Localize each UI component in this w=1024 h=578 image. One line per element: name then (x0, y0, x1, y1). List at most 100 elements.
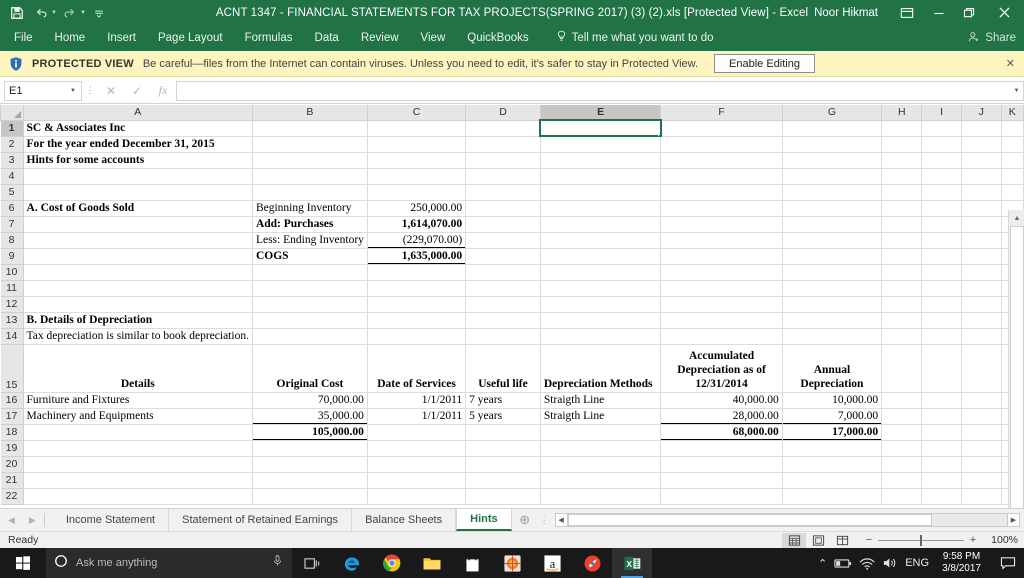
cell-D20[interactable] (465, 456, 541, 473)
scroll-left-icon[interactable]: ◀ (554, 513, 568, 527)
excel-icon[interactable]: X (612, 548, 652, 578)
cell-H22[interactable] (881, 488, 923, 505)
cell-H14[interactable] (881, 328, 923, 345)
cell-D2[interactable] (465, 136, 541, 153)
cell-D16[interactable]: 7 years (465, 392, 541, 409)
cell-G12[interactable] (782, 296, 883, 313)
cell-E13[interactable] (540, 312, 662, 329)
normal-view-icon[interactable] (782, 532, 806, 548)
cell-D18[interactable] (465, 424, 541, 441)
enable-editing-button[interactable]: Enable Editing (714, 54, 815, 73)
cell-D15[interactable]: Useful life (465, 344, 541, 393)
cell-H6[interactable] (881, 200, 923, 217)
customize-quick-access-icon[interactable] (88, 2, 110, 24)
undo-icon[interactable] (30, 2, 52, 24)
cell-D10[interactable] (465, 264, 541, 281)
tab-quickbooks[interactable]: QuickBooks (456, 25, 539, 51)
sheet-tab-hints[interactable]: Hints (456, 508, 512, 531)
close-icon[interactable]: ✕ (1006, 57, 1015, 70)
cell-E3[interactable] (540, 152, 662, 169)
column-header-D[interactable]: D (465, 105, 541, 121)
column-header-G[interactable]: G (781, 105, 883, 121)
horizontal-scroll-thumb[interactable] (567, 514, 933, 526)
cell-I5[interactable] (921, 184, 962, 201)
cell-C21[interactable] (367, 472, 467, 489)
tell-me-search[interactable]: Tell me what you want to do (540, 30, 714, 46)
cell-B19[interactable] (252, 440, 368, 457)
cell-F8[interactable] (660, 232, 783, 249)
cell-C7[interactable]: 1,614,070.00 (367, 216, 467, 233)
cell-J19[interactable] (961, 440, 1002, 457)
cell-A4[interactable] (23, 168, 253, 185)
cell-B21[interactable] (252, 472, 368, 489)
start-icon[interactable] (0, 548, 46, 578)
cell-D13[interactable] (465, 312, 541, 329)
cell-I12[interactable] (921, 296, 962, 313)
cell-B14[interactable] (252, 328, 368, 345)
cell-H7[interactable] (881, 216, 923, 233)
cell-I6[interactable] (921, 200, 962, 217)
store-icon[interactable] (452, 548, 492, 578)
formula-input[interactable] (176, 80, 1010, 101)
search-input[interactable]: Ask me anything (46, 548, 292, 578)
cell-J8[interactable] (961, 232, 1002, 249)
cell-I21[interactable] (921, 472, 962, 489)
cell-E2[interactable] (540, 136, 662, 153)
row-header-12[interactable]: 12 (0, 295, 24, 313)
cell-B5[interactable] (252, 184, 368, 201)
cell-A10[interactable] (23, 264, 253, 281)
cell-E9[interactable] (540, 248, 662, 265)
cell-C18[interactable] (367, 424, 467, 441)
cell-C12[interactable] (367, 296, 467, 313)
cell-J2[interactable] (961, 136, 1002, 153)
cell-A8[interactable] (23, 232, 253, 249)
cell-G4[interactable] (782, 168, 883, 185)
page-layout-icon[interactable] (806, 533, 830, 548)
cancel-icon[interactable]: ✕ (98, 81, 124, 101)
expand-formula-bar-icon[interactable]: ▼ (1010, 80, 1024, 101)
cell-D1[interactable] (465, 120, 541, 137)
row-header-22[interactable]: 22 (0, 487, 24, 505)
cell-C2[interactable] (367, 136, 467, 153)
cell-G2[interactable] (782, 136, 883, 153)
cell-H10[interactable] (881, 264, 923, 281)
cell-E15[interactable]: Depreciation Methods (540, 344, 662, 393)
cell-G3[interactable] (782, 152, 883, 169)
cell-K4[interactable] (1001, 168, 1024, 185)
undo-dropdown-icon[interactable]: ▼ (51, 10, 57, 16)
cell-C6[interactable]: 250,000.00 (367, 200, 467, 217)
row-header-17[interactable]: 17 (0, 407, 24, 425)
chevron-down-icon[interactable]: ▼ (70, 88, 76, 94)
next-sheet-icon[interactable]: ▶ (29, 515, 36, 526)
cell-H11[interactable] (881, 280, 923, 297)
cell-F10[interactable] (660, 264, 783, 281)
cell-B2[interactable] (252, 136, 368, 153)
cell-H5[interactable] (881, 184, 923, 201)
cell-A20[interactable] (23, 456, 253, 473)
wifi-icon[interactable] (859, 557, 875, 570)
cell-F20[interactable] (660, 456, 783, 473)
paint-icon[interactable] (572, 548, 612, 578)
cell-I17[interactable] (921, 408, 962, 425)
language-indicator[interactable]: ENG (905, 557, 929, 569)
show-hidden-icons-chevron-icon[interactable]: ⌃ (818, 557, 827, 570)
cell-A1[interactable]: SC & Associates Inc (23, 120, 253, 137)
cell-F9[interactable] (660, 248, 783, 265)
cell-A18[interactable] (23, 424, 253, 441)
cell-J16[interactable] (961, 392, 1002, 409)
cell-A5[interactable] (23, 184, 253, 201)
cell-H21[interactable] (881, 472, 923, 489)
cell-F14[interactable] (660, 328, 783, 345)
zoom-control[interactable]: − + (864, 534, 978, 546)
cell-D5[interactable] (465, 184, 541, 201)
cell-H9[interactable] (881, 248, 923, 265)
cell-I8[interactable] (921, 232, 962, 249)
row-header-18[interactable]: 18 (0, 423, 24, 441)
cell-A14[interactable]: Tax depreciation is similar to book depr… (23, 328, 253, 345)
fill-handle[interactable] (658, 133, 660, 135)
cell-E7[interactable] (540, 216, 662, 233)
cell-G1[interactable] (782, 120, 883, 137)
cell-H4[interactable] (881, 168, 923, 185)
cell-C8[interactable]: (229,070.00) (367, 232, 467, 249)
redo-icon[interactable] (59, 2, 81, 24)
